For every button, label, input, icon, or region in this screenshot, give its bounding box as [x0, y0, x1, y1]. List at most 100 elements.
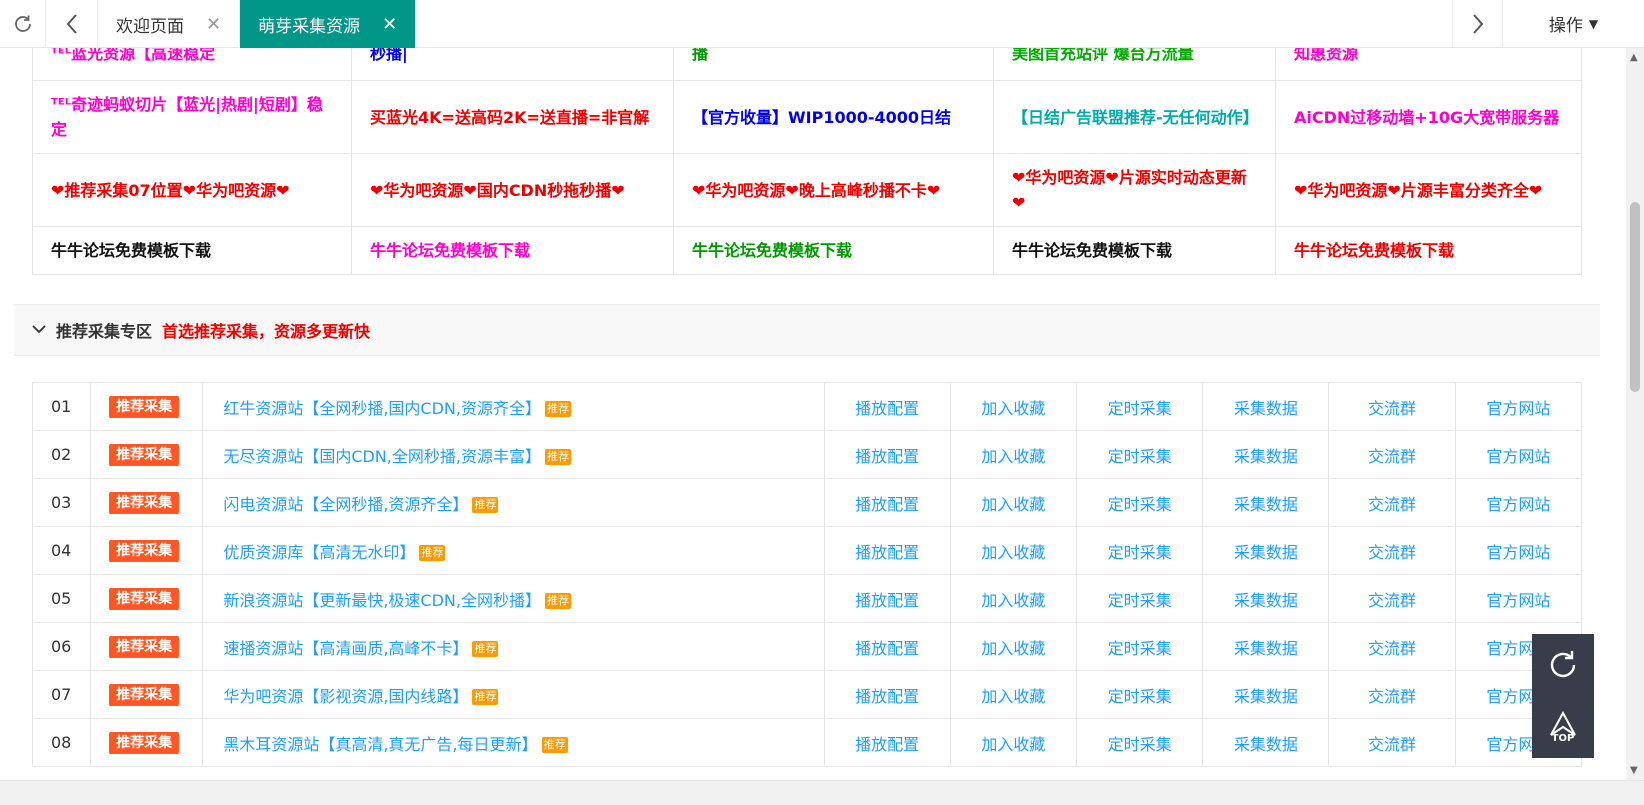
- ad-link[interactable]: AiCDN过移动墙+10G大宽带服务器: [1275, 80, 1582, 154]
- scheduled-collect-link[interactable]: 定时采集: [1075, 430, 1204, 479]
- add-favorite-link[interactable]: 加入收藏: [949, 478, 1077, 527]
- scroll-up-icon[interactable]: ▲: [1630, 52, 1638, 63]
- add-favorite-link[interactable]: 加入收藏: [949, 622, 1077, 671]
- play-config-link[interactable]: 播放配置: [823, 526, 951, 575]
- official-site-link[interactable]: 官方网站: [1454, 526, 1583, 575]
- recommend-badge: 推荐采集: [109, 539, 180, 562]
- ad-link[interactable]: ᵀᴱᴸ蓝光资源【高速稳定: [32, 48, 352, 81]
- tab-mengya-resources[interactable]: 萌芽采集资源 ✕: [240, 0, 417, 48]
- add-favorite-link[interactable]: 加入收藏: [949, 718, 1077, 767]
- ad-link[interactable]: 牛牛论坛免费模板下载: [993, 226, 1276, 275]
- resource-name-link[interactable]: 红牛资源站【全网秒播,国内CDN,资源齐全】: [223, 399, 541, 418]
- chat-group-link[interactable]: 交流群: [1328, 430, 1456, 479]
- resource-name-cell[interactable]: 闪电资源站【全网秒播,资源齐全】 推荐: [202, 478, 825, 527]
- scheduled-collect-link[interactable]: 定时采集: [1075, 670, 1204, 719]
- add-favorite-link[interactable]: 加入收藏: [949, 382, 1077, 431]
- scheduled-collect-link[interactable]: 定时采集: [1075, 718, 1204, 767]
- refresh-button[interactable]: [0, 0, 46, 48]
- resource-name-link[interactable]: 华为吧资源【影视资源,国内线路】: [223, 687, 468, 706]
- scheduled-collect-link[interactable]: 定时采集: [1075, 526, 1204, 575]
- scrollbar-thumb[interactable]: [1630, 202, 1640, 392]
- official-site-link[interactable]: 官方网站: [1454, 382, 1583, 431]
- scheduled-collect-link[interactable]: 定时采集: [1075, 574, 1204, 623]
- collect-data-link[interactable]: 采集数据: [1202, 718, 1330, 767]
- add-favorite-link[interactable]: 加入收藏: [949, 670, 1077, 719]
- back-to-top-button[interactable]: TOP: [1532, 696, 1594, 758]
- ad-link[interactable]: ❤推荐采集07位置❤华为吧资源❤: [32, 153, 352, 227]
- ad-link[interactable]: 秒播|: [351, 48, 674, 81]
- resource-name-cell[interactable]: 黑木耳资源站【真高清,真无广告,每日更新】 推荐: [202, 718, 825, 767]
- ad-link[interactable]: 牛牛论坛免费模板下载: [673, 226, 994, 275]
- official-site-link[interactable]: 官方网站: [1454, 478, 1583, 527]
- chevron-down-icon[interactable]: [32, 322, 46, 338]
- ad-link[interactable]: ❤华为吧资源❤片源丰富分类齐全❤: [1275, 153, 1582, 227]
- ad-link[interactable]: ❤华为吧资源❤片源实时动态更新❤: [993, 153, 1276, 227]
- scheduled-collect-link[interactable]: 定时采集: [1075, 478, 1204, 527]
- tab-welcome[interactable]: 欢迎页面 ✕: [98, 0, 241, 48]
- resource-name-link[interactable]: 无尽资源站【国内CDN,全网秒播,资源丰富】: [223, 447, 541, 466]
- close-icon[interactable]: ✕: [382, 14, 397, 35]
- collect-data-link[interactable]: 采集数据: [1202, 526, 1330, 575]
- resource-name-link[interactable]: 闪电资源站【全网秒播,资源齐全】: [223, 495, 468, 514]
- vertical-scrollbar[interactable]: ▲ ▼: [1626, 48, 1644, 780]
- scheduled-collect-link[interactable]: 定时采集: [1075, 622, 1204, 671]
- official-site-link[interactable]: 官方网站: [1454, 574, 1583, 623]
- resource-name-link[interactable]: 优质资源库【高清无水印】: [223, 543, 415, 562]
- tag-cell: 推荐采集: [90, 478, 204, 527]
- chat-group-link[interactable]: 交流群: [1328, 670, 1456, 719]
- ad-link[interactable]: ❤华为吧资源❤国内CDN秒拖秒播❤: [351, 153, 674, 227]
- ad-link[interactable]: 【日结广告联盟推荐-无任何动作】: [993, 80, 1276, 154]
- resource-name-link[interactable]: 黑木耳资源站【真高清,真无广告,每日更新】: [223, 735, 537, 754]
- chat-group-link[interactable]: 交流群: [1328, 718, 1456, 767]
- scheduled-collect-link[interactable]: 定时采集: [1075, 382, 1204, 431]
- tag-cell: 推荐采集: [90, 382, 204, 431]
- collect-data-link[interactable]: 采集数据: [1202, 574, 1330, 623]
- refresh-page-button[interactable]: [1532, 634, 1594, 696]
- ad-link[interactable]: 牛牛论坛免费模板下载: [351, 226, 674, 275]
- scroll-down-icon[interactable]: ▼: [1630, 765, 1638, 776]
- recommended-section-header[interactable]: 推荐采集专区 首选推荐采集，资源多更新快: [14, 304, 1600, 356]
- collect-data-link[interactable]: 采集数据: [1202, 622, 1330, 671]
- ad-link[interactable]: 【官方收量】WIP1000-4000日结: [673, 80, 994, 154]
- play-config-link[interactable]: 播放配置: [823, 718, 951, 767]
- ad-link[interactable]: ❤华为吧资源❤晚上高峰秒播不卡❤: [673, 153, 994, 227]
- play-config-link[interactable]: 播放配置: [823, 574, 951, 623]
- ad-link[interactable]: 牛牛论坛免费模板下载: [32, 226, 352, 275]
- resource-name-cell[interactable]: 新浪资源站【更新最快,极速CDN,全网秒播】 推荐: [202, 574, 825, 623]
- chat-group-link[interactable]: 交流群: [1328, 478, 1456, 527]
- play-config-link[interactable]: 播放配置: [823, 478, 951, 527]
- resource-name-cell[interactable]: 无尽资源站【国内CDN,全网秒播,资源丰富】 推荐: [202, 430, 825, 479]
- play-config-link[interactable]: 播放配置: [823, 670, 951, 719]
- resource-name-cell[interactable]: 速播资源站【高清画质,高峰不卡】 推荐: [202, 622, 825, 671]
- add-favorite-link[interactable]: 加入收藏: [949, 526, 1077, 575]
- resource-name-link[interactable]: 速播资源站【高清画质,高峰不卡】: [223, 639, 468, 658]
- collect-data-link[interactable]: 采集数据: [1202, 430, 1330, 479]
- close-icon[interactable]: ✕: [206, 14, 221, 35]
- collect-data-link[interactable]: 采集数据: [1202, 382, 1330, 431]
- ad-link[interactable]: 买蓝光4K=送高码2K=送直播=非官解: [351, 80, 674, 154]
- chat-group-link[interactable]: 交流群: [1328, 622, 1456, 671]
- tab-scroll-left-button[interactable]: [46, 0, 98, 48]
- collect-data-link[interactable]: 采集数据: [1202, 670, 1330, 719]
- resource-name-link[interactable]: 新浪资源站【更新最快,极速CDN,全网秒播】: [223, 591, 541, 610]
- ad-link[interactable]: ᵀᴱᴸ奇迹蚂蚁切片【蓝光|热剧|短剧】稳定: [32, 80, 352, 154]
- tab-scroll-right-button[interactable]: [1452, 0, 1502, 47]
- ad-link[interactable]: 牛牛论坛免费模板下载: [1275, 226, 1582, 275]
- play-config-link[interactable]: 播放配置: [823, 430, 951, 479]
- collect-data-link[interactable]: 采集数据: [1202, 478, 1330, 527]
- add-favorite-link[interactable]: 加入收藏: [949, 574, 1077, 623]
- play-config-link[interactable]: 播放配置: [823, 622, 951, 671]
- ad-link[interactable]: 播: [673, 48, 994, 81]
- ad-link[interactable]: 知惠资源: [1275, 48, 1582, 81]
- resource-name-cell[interactable]: 华为吧资源【影视资源,国内线路】 推荐: [202, 670, 825, 719]
- chat-group-link[interactable]: 交流群: [1328, 526, 1456, 575]
- ad-link[interactable]: 美图首充站评 爆台万流量: [993, 48, 1276, 81]
- resource-name-cell[interactable]: 优质资源库【高清无水印】 推荐: [202, 526, 825, 575]
- operations-dropdown[interactable]: 操作 ▼: [1502, 0, 1644, 47]
- resource-name-cell[interactable]: 红牛资源站【全网秒播,国内CDN,资源齐全】 推荐: [202, 382, 825, 431]
- add-favorite-link[interactable]: 加入收藏: [949, 430, 1077, 479]
- official-site-link[interactable]: 官方网站: [1454, 430, 1583, 479]
- chat-group-link[interactable]: 交流群: [1328, 574, 1456, 623]
- play-config-link[interactable]: 播放配置: [823, 382, 951, 431]
- chat-group-link[interactable]: 交流群: [1328, 382, 1456, 431]
